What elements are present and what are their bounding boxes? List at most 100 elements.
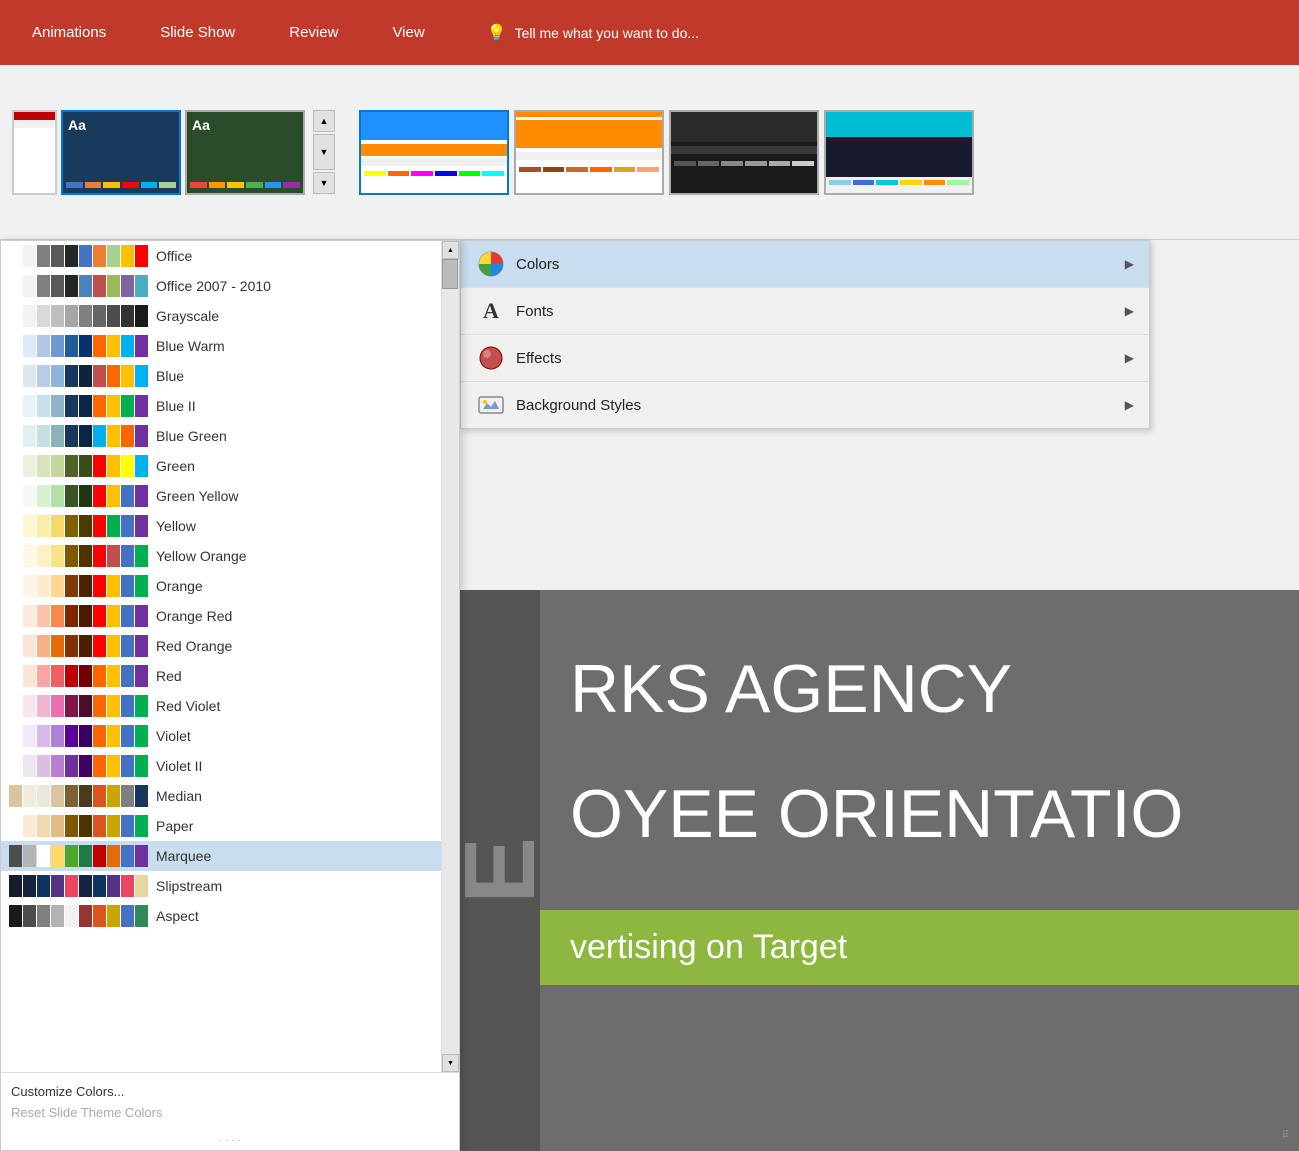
color-item-yellow[interactable]: Yellow bbox=[1, 511, 441, 541]
swatch bbox=[65, 485, 78, 507]
color-item-marquee[interactable]: Marquee bbox=[1, 841, 441, 871]
swatch bbox=[107, 395, 120, 417]
color-item-blue-warm[interactable]: Blue Warm bbox=[1, 331, 441, 361]
swatch bbox=[37, 275, 50, 297]
search-placeholder[interactable]: Tell me what you want to do... bbox=[515, 25, 699, 41]
color-item-aspect[interactable]: Aspect bbox=[1, 901, 441, 931]
tab-review[interactable]: Review bbox=[277, 16, 350, 49]
swatch bbox=[121, 755, 134, 777]
swatch bbox=[93, 605, 106, 627]
color-item-blue[interactable]: Blue bbox=[1, 361, 441, 391]
swatch bbox=[65, 635, 78, 657]
swatch bbox=[37, 605, 50, 627]
theme-thumb-teal[interactable] bbox=[824, 110, 974, 195]
swatch bbox=[51, 815, 64, 837]
theme-scroll-down[interactable]: ▼ bbox=[313, 172, 335, 194]
swatch bbox=[65, 245, 78, 267]
swatch bbox=[107, 575, 120, 597]
effects-label: Effects bbox=[516, 350, 1125, 367]
tab-animations[interactable]: Animations bbox=[20, 16, 118, 49]
swatch bbox=[37, 785, 50, 807]
swatch bbox=[135, 515, 148, 537]
scroll-thumb[interactable] bbox=[442, 259, 458, 289]
color-item-grayscale[interactable]: Grayscale bbox=[1, 301, 441, 331]
background-arrow: ▶ bbox=[1125, 398, 1134, 412]
theme-scroll-up[interactable]: ▲ bbox=[313, 110, 335, 132]
color-item-violet-ii[interactable]: Violet II bbox=[1, 751, 441, 781]
swatch bbox=[107, 845, 120, 867]
theme-thumb-blue[interactable]: Aa bbox=[61, 110, 181, 195]
swatch bbox=[135, 245, 148, 267]
swatch bbox=[107, 905, 120, 927]
swatch bbox=[23, 695, 36, 717]
menu-item-background[interactable]: Background Styles ▶ bbox=[461, 382, 1149, 428]
color-item-orange[interactable]: Orange bbox=[1, 571, 441, 601]
scroll-down-btn[interactable]: ▼ bbox=[442, 1054, 459, 1072]
theme-thumb-dark-stripe[interactable] bbox=[669, 110, 819, 195]
swatch bbox=[121, 335, 134, 357]
color-item-violet[interactable]: Violet bbox=[1, 721, 441, 751]
color-theme-name: Aspect bbox=[156, 908, 199, 924]
swatch bbox=[51, 485, 64, 507]
swatch bbox=[107, 635, 120, 657]
swatch bbox=[9, 575, 22, 597]
swatch bbox=[79, 635, 92, 657]
menu-item-colors[interactable]: Colors ▶ bbox=[461, 241, 1149, 288]
color-item-office-2007---2010[interactable]: Office 2007 - 2010 bbox=[1, 271, 441, 301]
customize-colors-link[interactable]: Customize Colors... bbox=[11, 1081, 449, 1102]
swatch bbox=[121, 875, 134, 897]
color-item-green[interactable]: Green bbox=[1, 451, 441, 481]
theme-thumb-green[interactable]: Aa bbox=[185, 110, 305, 195]
theme-thumb-blue-stripe[interactable] bbox=[359, 110, 509, 195]
scroll-track[interactable] bbox=[442, 259, 459, 1054]
swatch bbox=[9, 395, 22, 417]
theme-thumb-orange-stripe[interactable] bbox=[514, 110, 664, 195]
swatch bbox=[121, 725, 134, 747]
swatch bbox=[135, 635, 148, 657]
theme-thumb-small[interactable] bbox=[12, 110, 57, 195]
color-dropdown-panel: Office Office 2007 - 2010GrayscaleBlue Wa… bbox=[0, 240, 460, 1151]
color-item-red[interactable]: Red bbox=[1, 661, 441, 691]
swatch bbox=[93, 875, 106, 897]
scroll-up-btn[interactable]: ▲ bbox=[442, 241, 459, 259]
colors-icon bbox=[476, 249, 506, 279]
color-item-orange-red[interactable]: Orange Red bbox=[1, 601, 441, 631]
color-theme-name: Office bbox=[156, 248, 192, 264]
color-item-median[interactable]: Median bbox=[1, 781, 441, 811]
swatch bbox=[79, 305, 92, 327]
color-item-paper[interactable]: Paper bbox=[1, 811, 441, 841]
color-item-slipstream[interactable]: Slipstream bbox=[1, 871, 441, 901]
swatch bbox=[9, 425, 22, 447]
color-item-green-yellow[interactable]: Green Yellow bbox=[1, 481, 441, 511]
background-label: Background Styles bbox=[516, 397, 1125, 414]
swatch bbox=[93, 785, 106, 807]
swatch bbox=[135, 275, 148, 297]
reset-theme-link: Reset Slide Theme Colors bbox=[11, 1102, 449, 1123]
color-item-office[interactable]: Office bbox=[1, 241, 441, 271]
swatch bbox=[51, 575, 64, 597]
tab-slideshow[interactable]: Slide Show bbox=[148, 16, 247, 49]
color-item-blue-green[interactable]: Blue Green bbox=[1, 421, 441, 451]
swatch bbox=[23, 245, 36, 267]
color-item-yellow-orange[interactable]: Yellow Orange bbox=[1, 541, 441, 571]
color-item-red-orange[interactable]: Red Orange bbox=[1, 631, 441, 661]
color-item-red-violet[interactable]: Red Violet bbox=[1, 691, 441, 721]
swatch bbox=[135, 755, 148, 777]
swatch bbox=[121, 665, 134, 687]
swatch bbox=[23, 425, 36, 447]
swatch bbox=[23, 725, 36, 747]
right-panel: Colors ▶ A Fonts ▶ Effects bbox=[460, 240, 1299, 1151]
tab-view[interactable]: View bbox=[380, 16, 436, 49]
resize-handle[interactable]: ⠿ bbox=[1282, 1130, 1289, 1141]
swatch bbox=[37, 485, 50, 507]
menu-item-fonts[interactable]: A Fonts ▶ bbox=[461, 288, 1149, 335]
color-item-blue-ii[interactable]: Blue II bbox=[1, 391, 441, 421]
swatch bbox=[79, 455, 92, 477]
menu-item-effects[interactable]: Effects ▶ bbox=[461, 335, 1149, 382]
swatch bbox=[135, 305, 148, 327]
swatch bbox=[51, 605, 64, 627]
theme-scroll-more[interactable]: ▼ bbox=[313, 134, 335, 170]
swatch bbox=[135, 905, 148, 927]
swatch bbox=[51, 515, 64, 537]
swatch bbox=[93, 725, 106, 747]
